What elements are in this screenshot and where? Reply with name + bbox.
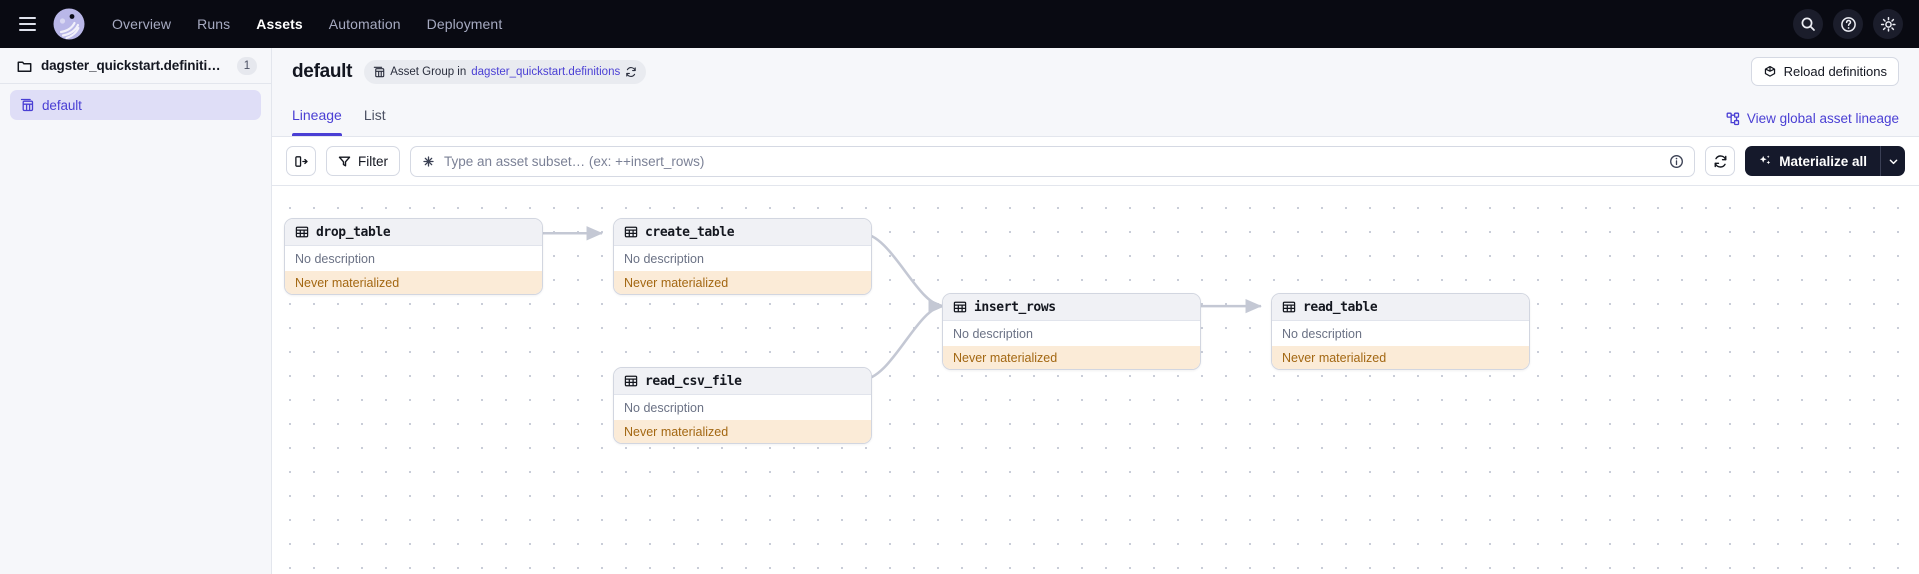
asset-node-name: drop_table xyxy=(316,224,391,240)
asset-node-header: read_table xyxy=(1272,294,1529,321)
asset-node-name: read_table xyxy=(1303,299,1378,315)
sidebar-repository-name: dagster_quickstart.definitions xyxy=(41,58,228,73)
view-global-asset-lineage-link[interactable]: View global asset lineage xyxy=(1726,111,1899,136)
page-header: default Asset Group in dagster_quickstar… xyxy=(272,48,1919,95)
asset-node-header: create_table xyxy=(614,219,871,246)
top-navigation-bar: Overview Runs Assets Automation Deployme… xyxy=(0,0,1919,48)
breadcrumb[interactable]: Asset Group in dagster_quickstart.defini… xyxy=(364,59,647,84)
asset-node-name: read_csv_file xyxy=(645,373,742,389)
nav-link-automation[interactable]: Automation xyxy=(329,16,401,32)
main-content: default Asset Group in dagster_quickstar… xyxy=(272,48,1919,574)
panel-toggle-icon[interactable] xyxy=(286,146,316,176)
asset-node-name: insert_rows xyxy=(974,299,1056,315)
asset-lineage-canvas[interactable]: drop_table No description Never material… xyxy=(272,186,1919,574)
asset-node-header: drop_table xyxy=(285,219,542,246)
sidebar-repository-badge: 1 xyxy=(237,56,257,75)
nav-right-group xyxy=(1793,9,1903,39)
nav-link-overview[interactable]: Overview xyxy=(112,16,171,32)
tab-lineage[interactable]: Lineage xyxy=(292,95,342,136)
app-root: Overview Runs Assets Automation Deployme… xyxy=(0,0,1919,574)
asset-node-status: Never materialized xyxy=(285,271,542,294)
reload-definitions-label: Reload definitions xyxy=(1783,64,1887,79)
graph-toolbar: Filter Type an asset subset… (ex: ++inse… xyxy=(272,137,1919,186)
breadcrumb-location[interactable]: dagster_quickstart.definitions xyxy=(471,66,620,78)
tabs-row: Lineage List View global asset lineage xyxy=(272,95,1919,137)
chevron-down-icon[interactable] xyxy=(1880,146,1905,176)
cube-reload-icon xyxy=(1763,65,1777,79)
asset-node-read-table[interactable]: read_table No description Never material… xyxy=(1271,293,1530,370)
asset-group-icon xyxy=(373,66,385,78)
nav-left-group: Overview Runs Assets Automation Deployme… xyxy=(10,5,502,43)
graph-icon xyxy=(1726,112,1740,126)
asset-node-read-csv-file[interactable]: read_csv_file No description Never mater… xyxy=(613,367,872,444)
search-input[interactable] xyxy=(444,153,1662,169)
table-icon xyxy=(624,225,638,239)
table-icon xyxy=(295,225,309,239)
page-title: default xyxy=(292,60,353,82)
asset-node-description: No description xyxy=(295,251,375,266)
filter-button[interactable]: Filter xyxy=(326,146,400,176)
asset-node-name: create_table xyxy=(645,224,735,240)
reload-definitions-button[interactable]: Reload definitions xyxy=(1750,57,1899,86)
tabs: Lineage List xyxy=(292,95,386,136)
search-icon[interactable] xyxy=(1793,9,1823,39)
materialize-all-group: Materialize all xyxy=(1745,146,1905,176)
asset-node-description: No description xyxy=(624,400,704,415)
gear-icon[interactable] xyxy=(1873,9,1903,39)
folder-icon xyxy=(17,59,32,73)
tab-list[interactable]: List xyxy=(364,95,386,136)
asset-node-create-table[interactable]: create_table No description Never materi… xyxy=(613,218,872,295)
refresh-icon[interactable] xyxy=(625,66,637,78)
view-global-asset-lineage-label: View global asset lineage xyxy=(1746,111,1899,126)
materialize-all-button[interactable]: Materialize all xyxy=(1745,146,1880,176)
nav-link-deployment[interactable]: Deployment xyxy=(427,16,503,32)
asset-node-description: No description xyxy=(953,326,1033,341)
primary-nav-links: Overview Runs Assets Automation Deployme… xyxy=(112,16,502,32)
sidebar-item-label: default xyxy=(42,97,82,113)
filter-label: Filter xyxy=(358,153,388,169)
info-icon[interactable] xyxy=(1669,154,1684,169)
asset-group-icon xyxy=(20,98,34,112)
nav-link-runs[interactable]: Runs xyxy=(197,16,230,32)
asset-subset-search[interactable] xyxy=(410,145,1696,177)
hamburger-icon[interactable] xyxy=(10,7,44,41)
asset-node-header: read_csv_file xyxy=(614,368,871,395)
asset-node-status: Never materialized xyxy=(943,346,1200,369)
body-area: dagster_quickstart.definitions 1 default xyxy=(0,48,1919,574)
sidebar: dagster_quickstart.definitions 1 default xyxy=(0,48,272,574)
table-icon xyxy=(1282,300,1296,314)
asset-node-description: No description xyxy=(624,251,704,266)
refresh-button[interactable] xyxy=(1705,146,1736,176)
asset-selection-icon xyxy=(421,154,436,169)
nav-link-assets[interactable]: Assets xyxy=(256,16,303,32)
asset-node-status: Never materialized xyxy=(614,271,871,294)
asset-node-insert-rows[interactable]: insert_rows No description Never materia… xyxy=(942,293,1201,370)
filter-icon xyxy=(338,155,351,168)
sparkle-icon xyxy=(1758,154,1772,168)
help-icon[interactable] xyxy=(1833,9,1863,39)
materialize-all-label: Materialize all xyxy=(1779,153,1867,169)
asset-node-drop-table[interactable]: drop_table No description Never material… xyxy=(284,218,543,295)
sidebar-group-list: default xyxy=(0,84,271,126)
sidebar-item-default[interactable]: default xyxy=(10,90,261,120)
sidebar-repository-row[interactable]: dagster_quickstart.definitions 1 xyxy=(0,48,271,84)
asset-node-description: No description xyxy=(1282,326,1362,341)
dagster-logo[interactable] xyxy=(50,5,88,43)
asset-node-status: Never materialized xyxy=(1272,346,1529,369)
breadcrumb-prefix: Asset Group in xyxy=(390,65,467,78)
asset-node-status: Never materialized xyxy=(614,420,871,443)
asset-node-header: insert_rows xyxy=(943,294,1200,321)
table-icon xyxy=(624,374,638,388)
table-icon xyxy=(953,300,967,314)
